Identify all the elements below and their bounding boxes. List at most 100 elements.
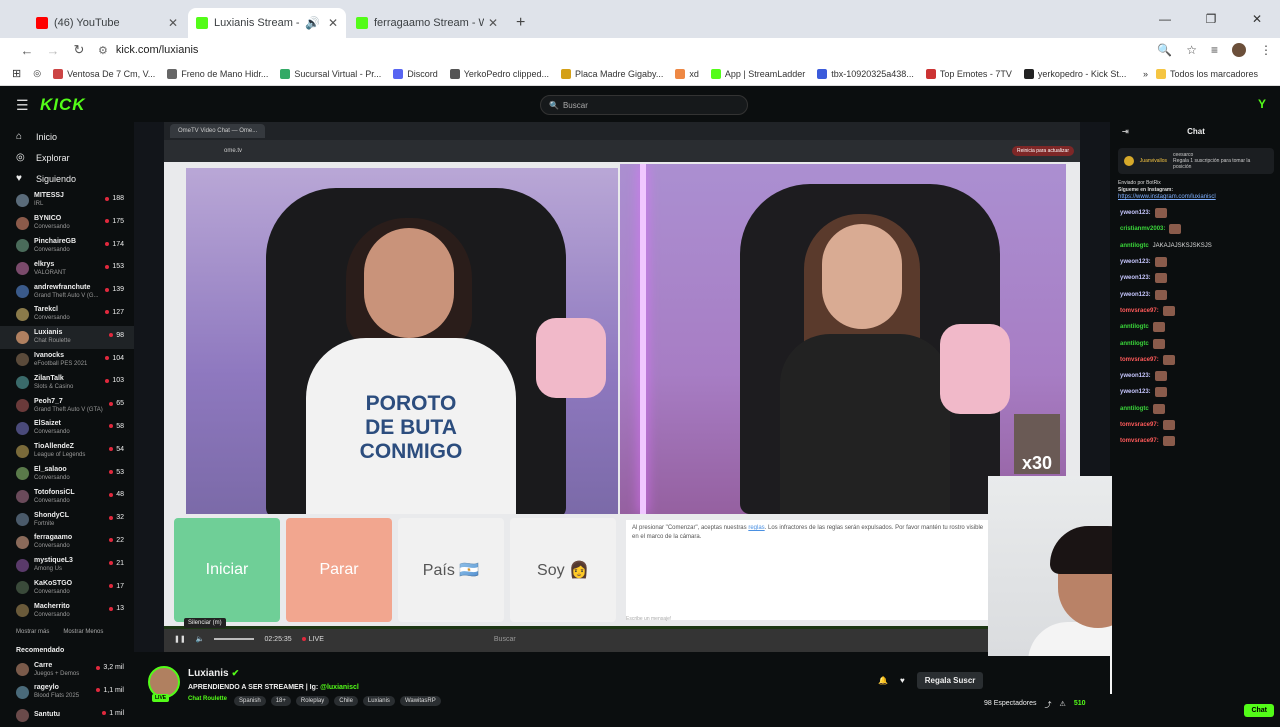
- gift-sub-button[interactable]: Regala Suscr: [916, 672, 984, 689]
- sidebar-channel[interactable]: ElSaizet Conversando 58: [0, 417, 134, 440]
- site-info-icon[interactable]: ⚙: [98, 44, 108, 57]
- start-button[interactable]: Iniciar: [174, 518, 280, 622]
- globe-icon[interactable]: ◎: [33, 68, 41, 79]
- sidebar-channel[interactable]: BYNICO Conversando 175: [0, 212, 134, 235]
- user-menu-icon[interactable]: Y: [1258, 97, 1266, 111]
- chat-username[interactable]: yweon123:: [1120, 275, 1151, 281]
- chat-username[interactable]: anntilogtc: [1120, 406, 1149, 412]
- minimize-icon[interactable]: —: [1142, 0, 1188, 38]
- video-player[interactable]: OmeTV Video Chat — Ome... ome.tv Reinici…: [134, 122, 1110, 652]
- back-icon[interactable]: ←: [14, 43, 40, 58]
- stream-tag[interactable]: Luxianis: [362, 696, 395, 706]
- alert-icon[interactable]: ⚠: [1060, 700, 1066, 710]
- address-bar[interactable]: ⚙ kick.com/luxianis: [98, 44, 198, 57]
- bookmark-item[interactable]: Placa Madre Gigaby...: [560, 68, 663, 79]
- chat-username[interactable]: tomvsrace97:: [1120, 357, 1159, 363]
- zoom-icon[interactable]: 🔍: [1157, 43, 1172, 57]
- chat-username[interactable]: anntilogtc: [1120, 324, 1149, 330]
- profile-avatar[interactable]: [1232, 43, 1246, 57]
- sidebar-channel[interactable]: Santutu 1 mil: [0, 704, 134, 727]
- share-icon[interactable]: ⤴: [1045, 700, 1052, 710]
- sidebar-channel[interactable]: KaKoSTGO Conversando 17: [0, 577, 134, 600]
- sidebar-channel[interactable]: rageylo Blood Flats 2025 1,1 mil: [0, 681, 134, 704]
- search-input[interactable]: 🔍 Buscar: [540, 95, 748, 115]
- nav-siguiendo[interactable]: ♥ Siguiendo: [0, 168, 134, 189]
- sidebar-channel[interactable]: Ivanocks eFootball PES 2021 104: [0, 349, 134, 372]
- chat-username[interactable]: yweon123:: [1120, 292, 1151, 298]
- chat-username[interactable]: tomvsrace97:: [1120, 308, 1159, 314]
- stop-button[interactable]: Parar: [286, 518, 392, 622]
- bookmark-item[interactable]: Discord: [393, 68, 438, 79]
- kick-logo[interactable]: KICK: [40, 95, 86, 115]
- stream-tag[interactable]: Spanish: [234, 696, 266, 706]
- chat-send-button[interactable]: Chat: [1244, 704, 1274, 717]
- country-button[interactable]: País 🇦🇷: [398, 518, 504, 622]
- chat-username[interactable]: cristianmv2003:: [1120, 226, 1165, 232]
- close-window-icon[interactable]: ✕: [1234, 0, 1280, 38]
- chat-username[interactable]: yweon123:: [1120, 389, 1151, 395]
- close-tab-icon[interactable]: ✕: [488, 16, 498, 30]
- close-tab-icon[interactable]: ✕: [328, 16, 338, 30]
- sidebar-channel[interactable]: ShondyCL Fortnite 32: [0, 508, 134, 531]
- tab-youtube[interactable]: (46) YouTube ✕: [28, 8, 186, 38]
- all-bookmarks[interactable]: Todos los marcadores: [1155, 69, 1258, 79]
- pause-icon[interactable]: ❚❚: [174, 635, 186, 643]
- chat-username[interactable]: anntilogtc: [1120, 243, 1149, 249]
- streamer-name[interactable]: Luxianis ✔: [188, 668, 239, 679]
- hamburger-icon[interactable]: ☰: [16, 97, 32, 114]
- sidebar-channel[interactable]: Carre Juegos + Demos 3,2 mil: [0, 658, 134, 681]
- apps-icon[interactable]: ⊞: [12, 67, 21, 80]
- collapse-chat-icon[interactable]: ⇥: [1122, 127, 1129, 136]
- bookmark-item[interactable]: yerkopedro - Kick St...: [1023, 68, 1126, 79]
- forward-icon[interactable]: →: [40, 43, 66, 58]
- chat-username[interactable]: anntilogtc: [1120, 341, 1149, 347]
- sidebar-channel[interactable]: andrewfranchute Grand Theft Auto V (G... 1…: [0, 280, 134, 303]
- gifted-sub-banner[interactable]: Juanvivallos ceesarco Regala 1 suscripció…: [1118, 148, 1274, 174]
- nav-explorar[interactable]: ◎ Explorar: [0, 147, 134, 168]
- show-less-button[interactable]: Mostrar Menos: [63, 629, 103, 635]
- bookmark-item[interactable]: Top Emotes - 7TV: [925, 68, 1012, 79]
- volume-slider[interactable]: [214, 638, 255, 640]
- bookmark-item[interactable]: Ventosa De 7 Cm, V...: [53, 68, 155, 79]
- sidebar-channel[interactable]: TioAllendeZ League of Legends 54: [0, 440, 134, 463]
- sidebar-channel[interactable]: elkrys VALORANT 153: [0, 257, 134, 280]
- show-more-button[interactable]: Mostrar más: [16, 629, 49, 635]
- chat-username[interactable]: tomvsrace97:: [1120, 422, 1159, 428]
- nav-inicio[interactable]: ⌂ Inicio: [0, 126, 134, 147]
- bookmark-item[interactable]: xd: [675, 68, 699, 79]
- bookmark-item[interactable]: YerkoPedro clipped...: [449, 68, 549, 79]
- chevron-right-icon[interactable]: »: [1143, 69, 1148, 79]
- star-icon[interactable]: ☆: [1186, 43, 1197, 57]
- menu-icon[interactable]: ⋮: [1260, 43, 1272, 57]
- heart-icon[interactable]: ♥: [900, 676, 905, 685]
- sidebar-channel[interactable]: ZilanTalk Slots & Casino 103: [0, 371, 134, 394]
- sidebar-channel[interactable]: Peoh7_7 Grand Theft Auto V (GTA) 65: [0, 394, 134, 417]
- sidebar-channel[interactable]: Macherrito Conversando 13: [0, 599, 134, 622]
- bell-icon[interactable]: 🔔: [878, 676, 888, 685]
- chat-username[interactable]: tomvsrace97:: [1120, 438, 1159, 444]
- rules-link[interactable]: reglas: [748, 525, 764, 531]
- tab-ferragaamo[interactable]: ferragaamo Stream - Watch Live ✕: [348, 8, 506, 38]
- chat-username[interactable]: yweon123:: [1120, 210, 1151, 216]
- stream-tag[interactable]: Roleplay: [295, 696, 330, 706]
- sidebar-channel[interactable]: PinchaireGB Conversando 174: [0, 235, 134, 258]
- bookmark-item[interactable]: tbx-10920325a438...: [817, 68, 914, 79]
- stream-tag[interactable]: 18+: [270, 696, 291, 706]
- bookmark-item[interactable]: Sucursal Virtual - Pr...: [280, 68, 381, 79]
- volume-icon[interactable]: 🔈: [196, 635, 205, 643]
- sidebar-channel[interactable]: Tarekcl Conversando 127: [0, 303, 134, 326]
- bookmark-item[interactable]: App | StreamLadder: [710, 68, 805, 79]
- sidebar-channel[interactable]: El_salaoo Conversando 53: [0, 463, 134, 486]
- stream-tag[interactable]: WawitasRP: [399, 696, 441, 706]
- sidebar-channel[interactable]: ferragaamo Conversando 22: [0, 531, 134, 554]
- sidebar-channel[interactable]: Luxianis Chat Roulette 98: [0, 325, 134, 349]
- reload-icon[interactable]: ↻: [66, 42, 92, 58]
- sidebar-channel[interactable]: TotofonsiCL Conversando 48: [0, 485, 134, 508]
- close-tab-icon[interactable]: ✕: [168, 16, 178, 30]
- chat-username[interactable]: yweon123:: [1120, 373, 1151, 379]
- sidebar-channel[interactable]: MITESSJ IRL 188: [0, 189, 134, 212]
- tab-luxianis[interactable]: Luxianis Stream - Watch Live 🔊 ✕: [188, 8, 346, 38]
- sidebar-channel[interactable]: mystiqueL3 Among Us 21: [0, 554, 134, 577]
- speaker-icon[interactable]: 🔊: [305, 16, 320, 30]
- new-tab-button[interactable]: +: [508, 8, 533, 38]
